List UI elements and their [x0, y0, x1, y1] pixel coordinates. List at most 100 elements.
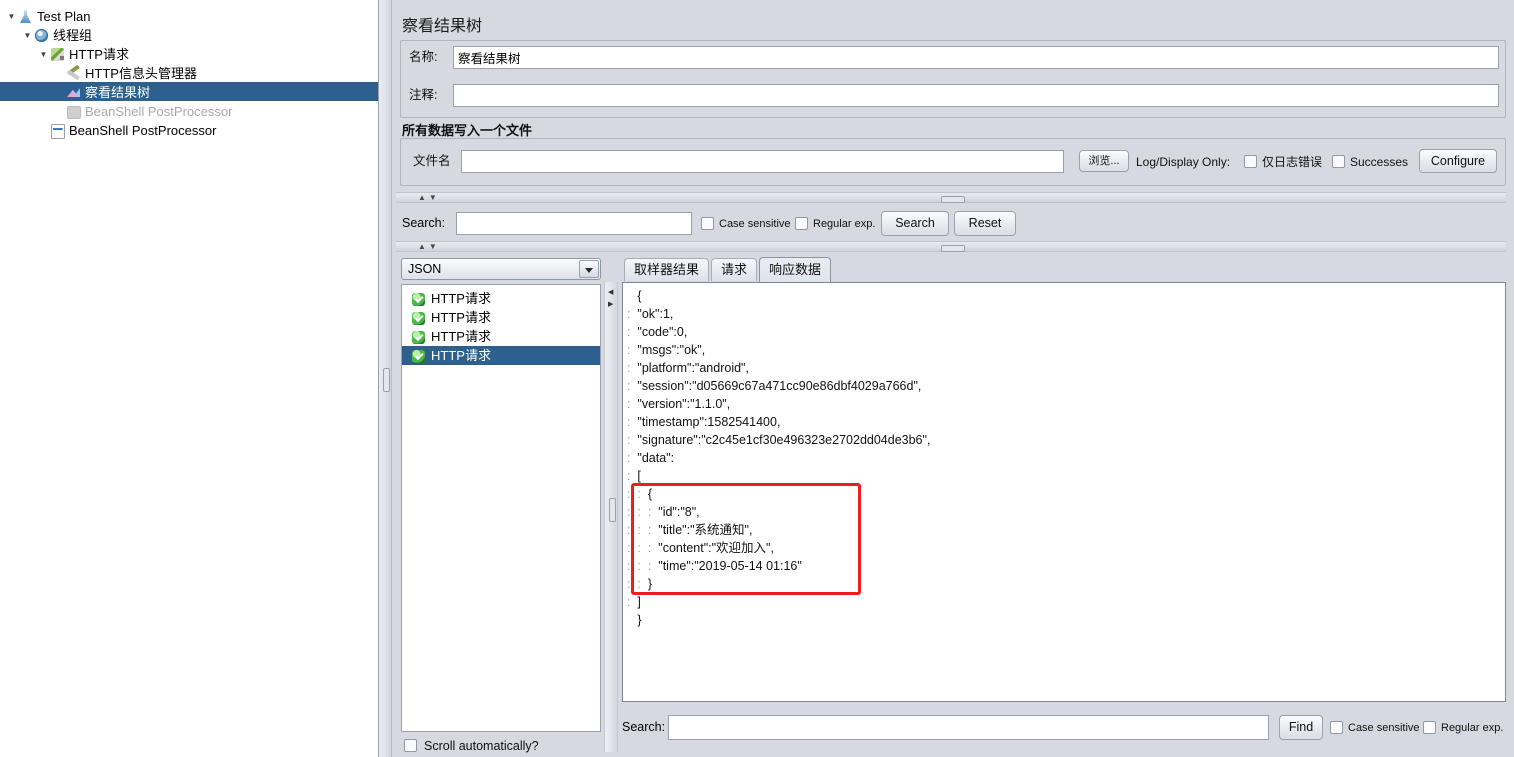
tree-item-label: 察看结果树: [85, 85, 151, 101]
json-line: : "version":"1.1.0",: [627, 395, 1503, 413]
page-title: 察看结果树: [402, 18, 483, 35]
json-indent-guide: :: [627, 451, 638, 465]
json-indent-guide: : : :: [627, 559, 659, 573]
bottom-search-bar: Search: Find Case sensitive Regular exp.: [622, 712, 1506, 744]
bottom-search-input[interactable]: [668, 715, 1269, 740]
log-display-only-label: Log/Display Only:: [1136, 155, 1231, 169]
scroll-automatically-label: Scroll automatically?: [424, 739, 539, 753]
postprocessor-icon: [49, 122, 66, 140]
upper-search-input[interactable]: [456, 212, 692, 235]
success-icon: [412, 331, 425, 345]
json-indent-guide: : : :: [627, 541, 659, 555]
horizontal-splitter-top[interactable]: ▲▼: [396, 192, 1506, 203]
splitter-right-arrow[interactable]: ▶: [608, 300, 613, 308]
configure-button[interactable]: Configure: [1419, 149, 1497, 173]
upper-case-sensitive-checkbox[interactable]: [701, 217, 714, 230]
upper-reset-button[interactable]: Reset: [954, 211, 1016, 236]
tree-item-0[interactable]: ▼ Test Plan: [0, 6, 378, 25]
tree-expand-toggle[interactable]: ▼: [22, 26, 33, 45]
json-indent-guide: :: [627, 415, 638, 429]
json-line: : "timestamp":1582541400,: [627, 413, 1503, 431]
tab-0[interactable]: 取样器结果: [624, 258, 710, 281]
sample-result-row[interactable]: HTTP请求: [402, 327, 600, 346]
tree-item-1[interactable]: ▼ 线程组: [0, 25, 378, 44]
results-tree-icon: [65, 84, 82, 101]
bottom-case-sensitive-checkbox[interactable]: [1330, 721, 1343, 734]
splitter-grip-bottom[interactable]: [941, 245, 965, 252]
errors-only-checkbox[interactable]: [1244, 155, 1257, 168]
json-indent-guide: :: [627, 433, 638, 447]
upper-case-sensitive-label: Case sensitive: [719, 218, 791, 230]
splitter-grip[interactable]: [383, 368, 390, 392]
test-plan-tree[interactable]: ▼ Test Plan ▼ 线程组 ▼ HTTP请求 HTTP信息头管理器 察看结果树 Bean…: [0, 0, 379, 757]
sample-result-list[interactable]: HTTP请求 HTTP请求 HTTP请求 HTTP请求: [401, 284, 601, 732]
json-line: : "session":"d05669c67a471cc90e86dbf4029…: [627, 377, 1503, 395]
browse-button[interactable]: 浏览...: [1079, 150, 1129, 172]
tab-2[interactable]: 响应数据: [759, 257, 832, 282]
json-indent-guide: :: [627, 397, 638, 411]
json-line: {: [627, 287, 1503, 305]
json-line-text: "code":0,: [637, 325, 688, 339]
filename-label: 文件名: [413, 154, 451, 168]
json-line: : "msgs":"ok",: [627, 341, 1503, 359]
json-line-text: "ok":1,: [637, 307, 674, 321]
tree-item-6[interactable]: BeanShell PostProcessor: [0, 120, 378, 140]
json-line: : : {: [627, 485, 1503, 503]
json-indent-guide: :: [627, 343, 638, 357]
bottom-search-label: Search:: [622, 720, 666, 734]
tree-item-label: 线程组: [53, 28, 93, 44]
json-line: : ]: [627, 593, 1503, 611]
results-vertical-splitter[interactable]: ◀ ▶: [604, 282, 618, 752]
tree-item-2[interactable]: ▼ HTTP请求: [0, 44, 378, 63]
comment-input[interactable]: [453, 84, 1499, 107]
json-indent-guide: : :: [627, 487, 648, 501]
upper-search-label: Search:: [402, 216, 446, 230]
json-indent-guide: :: [627, 307, 638, 321]
bottom-regular-exp-label: Regular exp.: [1441, 722, 1504, 734]
tree-expand-toggle[interactable]: ▼: [6, 7, 17, 26]
filename-input[interactable]: [461, 150, 1064, 173]
sample-result-label: HTTP请求: [431, 310, 491, 325]
comment-label: 注释:: [409, 88, 438, 102]
tree-expand-toggle[interactable]: ▼: [38, 45, 49, 64]
name-input[interactable]: [453, 46, 1499, 69]
json-line-text: "title":"系统通知",: [658, 523, 753, 537]
tab-1[interactable]: 请求: [711, 258, 758, 281]
horizontal-splitter-bottom[interactable]: ▲▼: [396, 241, 1506, 252]
sample-result-row[interactable]: HTTP请求: [402, 289, 600, 308]
json-line-text: "platform":"android",: [637, 361, 749, 375]
json-indent-guide: :: [627, 469, 638, 483]
main-vertical-splitter[interactable]: [379, 0, 392, 757]
upper-search-button[interactable]: Search: [881, 211, 949, 236]
json-indent-guide: :: [627, 325, 638, 339]
upper-regular-exp-checkbox[interactable]: [795, 217, 808, 230]
splitter-collapse-arrows[interactable]: ▲▼: [418, 193, 440, 204]
sample-result-row[interactable]: HTTP请求: [402, 346, 600, 365]
successes-checkbox[interactable]: [1332, 155, 1345, 168]
sample-result-row[interactable]: HTTP请求: [402, 308, 600, 327]
tree-item-label: BeanShell PostProcessor: [85, 104, 233, 120]
tree-item-5[interactable]: BeanShell PostProcessor: [0, 101, 378, 120]
json-line-text: {: [647, 487, 653, 501]
success-icon: [412, 312, 425, 326]
scroll-automatically-checkbox[interactable]: [404, 739, 417, 752]
flask-icon: [17, 8, 34, 25]
response-data-pane[interactable]: {: "ok":1,: "code":0,: "msgs":"ok",: "pl…: [622, 282, 1506, 702]
chevron-down-icon[interactable]: [579, 260, 599, 278]
json-line: : "ok":1,: [627, 305, 1503, 323]
bottom-regular-exp-checkbox[interactable]: [1423, 721, 1436, 734]
sample-result-label: HTTP请求: [431, 329, 491, 344]
splitter-grip-top[interactable]: [941, 196, 965, 203]
find-button[interactable]: Find: [1279, 715, 1323, 740]
renderer-dropdown[interactable]: JSON: [401, 258, 601, 280]
json-line: : [: [627, 467, 1503, 485]
json-line: : : : "time":"2019-05-14 01:16": [627, 557, 1503, 575]
json-line-text: "msgs":"ok",: [637, 343, 706, 357]
tree-item-3[interactable]: HTTP信息头管理器: [0, 63, 378, 82]
results-splitter-grip[interactable]: [609, 498, 616, 522]
jmeter-window: ▼ Test Plan ▼ 线程组 ▼ HTTP请求 HTTP信息头管理器 察看结果树 Bean…: [0, 0, 1514, 757]
tree-item-4[interactable]: 察看结果树: [0, 82, 378, 101]
splitter-collapse-arrows-2[interactable]: ▲▼: [418, 242, 440, 253]
splitter-left-arrow[interactable]: ◀: [608, 288, 613, 296]
json-indent-guide: : : :: [627, 523, 659, 537]
